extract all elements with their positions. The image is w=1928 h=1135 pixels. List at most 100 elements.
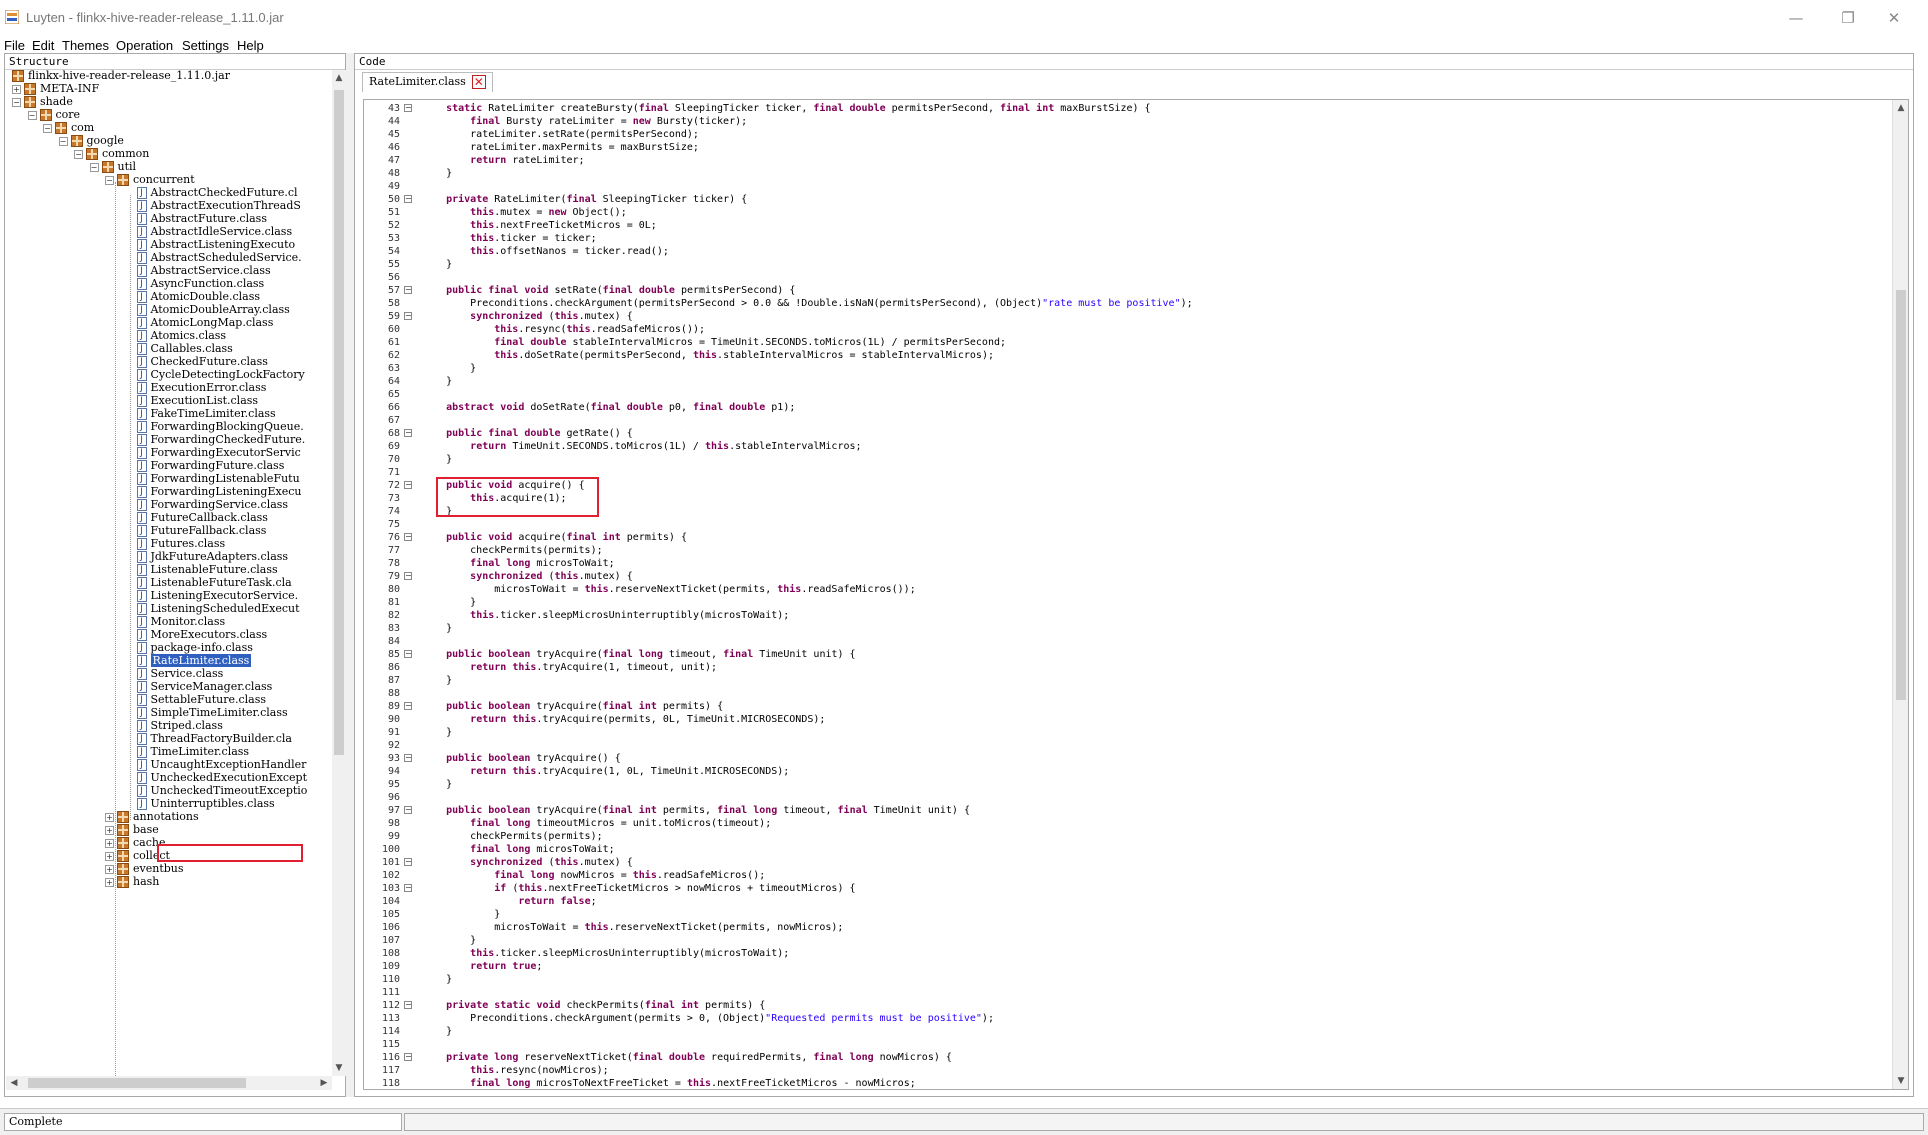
line-number: 64 bbox=[387, 376, 400, 387]
fold-toggle-icon[interactable]: − bbox=[404, 1001, 412, 1009]
code-line: } bbox=[422, 376, 453, 387]
menu-help[interactable]: Help bbox=[237, 38, 264, 53]
menu-settings[interactable]: Settings bbox=[182, 38, 229, 53]
code-line: static RateLimiter createBursty(final Sl… bbox=[446, 103, 1151, 114]
scroll-right-arrow-icon[interactable]: ▶ bbox=[316, 1076, 332, 1090]
fold-toggle-icon[interactable]: − bbox=[404, 806, 412, 814]
line-number: 83 bbox=[387, 623, 400, 634]
line-number: 79 bbox=[387, 571, 400, 582]
expand-icon[interactable]: + bbox=[105, 864, 114, 874]
fold-toggle-icon[interactable]: − bbox=[404, 754, 412, 762]
line-number: 57 bbox=[387, 285, 400, 296]
package-icon bbox=[117, 174, 129, 186]
code-line: this.resync(this.readSafeMicros()); bbox=[494, 324, 705, 335]
code-editor[interactable]: 43−44 45 46 47 48 49 50−51 52 53 54 55 56 57−58 59−60… bbox=[363, 99, 1909, 1090]
expand-icon[interactable]: + bbox=[105, 877, 114, 887]
expand-icon[interactable]: + bbox=[12, 84, 21, 94]
fold-toggle-icon[interactable]: − bbox=[404, 650, 412, 658]
fold-toggle-icon[interactable]: − bbox=[404, 286, 412, 294]
fold-toggle-icon[interactable]: − bbox=[404, 195, 412, 203]
scroll-down-arrow-icon[interactable]: ▼ bbox=[332, 1060, 346, 1076]
collapse-icon[interactable]: − bbox=[43, 123, 52, 133]
line-number: 60 bbox=[387, 324, 400, 335]
code-text-area[interactable]: static RateLimiter createBursty(final Sl… bbox=[422, 100, 1892, 1089]
expand-icon[interactable]: + bbox=[105, 838, 114, 848]
tree-item-label: hash bbox=[133, 875, 160, 888]
fold-toggle-icon[interactable]: − bbox=[404, 104, 412, 112]
editor-scroll-down-icon[interactable]: ▼ bbox=[1893, 1073, 1908, 1089]
menu-operation[interactable]: Operation bbox=[116, 38, 173, 53]
editor-vscroll-thumb[interactable] bbox=[1896, 290, 1906, 700]
line-number: 68 bbox=[387, 428, 400, 439]
editor-scroll-up-icon[interactable]: ▲ bbox=[1893, 100, 1908, 116]
code-line: } bbox=[422, 779, 453, 790]
expand-icon[interactable]: + bbox=[105, 825, 114, 835]
tree-vertical-scrollbar[interactable]: ▲ ▼ bbox=[332, 70, 346, 1076]
line-number: 44 bbox=[387, 116, 400, 127]
line-number: 98 bbox=[387, 818, 400, 829]
fold-toggle-icon[interactable]: − bbox=[404, 572, 412, 580]
collapse-icon[interactable]: − bbox=[12, 97, 21, 107]
tree-vscroll-thumb[interactable] bbox=[334, 90, 344, 755]
code-line: } bbox=[422, 935, 477, 946]
scroll-left-arrow-icon[interactable]: ◀ bbox=[6, 1076, 22, 1090]
code-line: final long microsToNextFreeTicket = this… bbox=[470, 1078, 916, 1089]
tree-package-item[interactable]: + hash bbox=[105, 874, 159, 890]
line-number: 52 bbox=[387, 220, 400, 231]
scroll-up-arrow-icon[interactable]: ▲ bbox=[332, 70, 346, 86]
collapse-icon[interactable]: − bbox=[27, 110, 37, 120]
luyten-app-icon bbox=[5, 10, 19, 24]
tab-ratelimiter[interactable]: RateLimiter.class ✕ bbox=[362, 72, 493, 92]
tree-connector-line bbox=[115, 182, 116, 1078]
fold-toggle-icon[interactable]: − bbox=[404, 429, 412, 437]
tree-hscroll-thumb[interactable] bbox=[28, 1078, 246, 1088]
code-line: microsToWait = this.reserveNextTicket(pe… bbox=[422, 922, 844, 933]
code-line: this.ticker.sleepMicrosUninterruptibly(m… bbox=[470, 948, 790, 959]
fold-toggle-icon[interactable]: − bbox=[404, 481, 412, 489]
fold-toggle-icon[interactable]: − bbox=[404, 884, 412, 892]
expand-icon[interactable]: + bbox=[105, 851, 114, 861]
fold-toggle-icon[interactable]: − bbox=[404, 312, 412, 320]
menu-file[interactable]: File bbox=[4, 38, 25, 53]
fold-toggle-icon[interactable]: − bbox=[404, 533, 412, 541]
line-number: 101 bbox=[381, 857, 400, 868]
editor-tabs: RateLimiter.class ✕ bbox=[355, 70, 1913, 92]
collapse-icon[interactable]: − bbox=[89, 162, 99, 172]
code-line: final long timeoutMicros = unit.toMicros… bbox=[470, 818, 772, 829]
tree-horizontal-scrollbar[interactable]: ◀ ▶ bbox=[6, 1076, 332, 1090]
code-line: Preconditions.checkArgument(permitsPerSe… bbox=[422, 298, 1193, 309]
code-line: if (this.nextFreeTicketMicros > nowMicro… bbox=[494, 883, 856, 894]
restore-button[interactable]: ❐ bbox=[1826, 6, 1870, 30]
tree-highlight-box bbox=[157, 844, 303, 862]
collapse-icon[interactable]: − bbox=[74, 149, 83, 159]
line-number: 110 bbox=[381, 974, 400, 985]
menu-edit[interactable]: Edit bbox=[32, 38, 54, 53]
editor-vertical-scrollbar[interactable]: ▲ ▼ bbox=[1892, 100, 1908, 1089]
collapse-icon[interactable]: − bbox=[58, 136, 68, 146]
split-pane-divider[interactable] bbox=[346, 53, 354, 1097]
line-number: 84 bbox=[387, 636, 400, 647]
menu-themes[interactable]: Themes bbox=[62, 38, 109, 53]
code-line: return this.tryAcquire(1, 0L, TimeUnit.M… bbox=[470, 766, 790, 777]
code-line: final long microsToWait; bbox=[470, 558, 615, 569]
minimize-button[interactable]: — bbox=[1774, 6, 1818, 30]
code-line: synchronized (this.mutex) { bbox=[470, 311, 633, 322]
line-number: 50 bbox=[387, 194, 400, 205]
fold-toggle-icon[interactable]: − bbox=[404, 702, 412, 710]
line-number-gutter: 43−44 45 46 47 48 49 50−51 52 53 54 55 56 57−58 59−60… bbox=[364, 100, 418, 1089]
line-number: 104 bbox=[381, 896, 400, 907]
status-progress-bar bbox=[404, 1113, 1924, 1131]
code-line: synchronized (this.mutex) { bbox=[470, 571, 633, 582]
code-line: final double stableIntervalMicros = Time… bbox=[494, 337, 1007, 348]
structure-tree: flinkx-hive-reader-release_1.11.0.jar + ME… bbox=[6, 70, 332, 1078]
collapse-icon[interactable]: − bbox=[105, 175, 114, 185]
code-line: this.ticker.sleepMicrosUninterruptibly(m… bbox=[470, 610, 790, 621]
fold-toggle-icon[interactable]: − bbox=[404, 858, 412, 866]
expand-icon[interactable]: + bbox=[105, 812, 114, 822]
code-line: } bbox=[422, 597, 477, 608]
close-tab-icon[interactable]: ✕ bbox=[471, 75, 486, 89]
code-line: abstract void doSetRate(final double p0,… bbox=[446, 402, 796, 413]
fold-toggle-icon[interactable]: − bbox=[404, 1053, 412, 1061]
code-line: private RateLimiter(final SleepingTicker… bbox=[446, 194, 748, 205]
close-window-button[interactable]: ✕ bbox=[1872, 6, 1916, 30]
